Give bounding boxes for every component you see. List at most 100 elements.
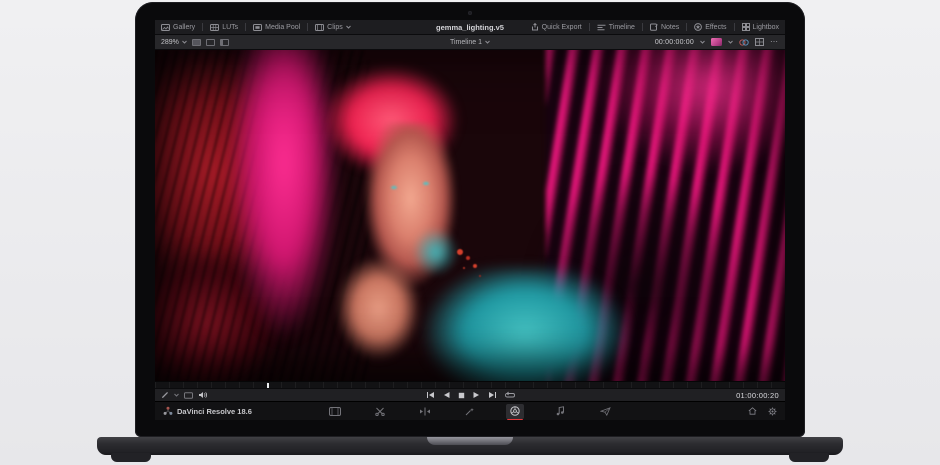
effects-label: Effects xyxy=(705,24,726,31)
media-page-button[interactable] xyxy=(326,404,344,419)
fusion-page-icon xyxy=(465,407,475,416)
photo-pink-hair xyxy=(306,57,476,189)
viewer-toolbar: 289% Timeline 1 00:00:00:00 xyxy=(155,35,785,50)
play-forward-button[interactable] xyxy=(473,391,480,399)
status-bar: DaVinci Resolve 18.6 xyxy=(155,401,785,420)
chevron-down-icon xyxy=(700,40,705,44)
timeline-icon xyxy=(597,24,606,31)
clips-icon xyxy=(315,24,324,31)
color-page-icon xyxy=(510,406,520,416)
photo-fur-streaks-left xyxy=(155,50,369,381)
toolbar-divider xyxy=(202,23,203,31)
media-pool-icon xyxy=(253,24,262,31)
top-toolbar-right-group: Quick Export Timeline Notes xyxy=(531,23,779,31)
notes-button[interactable]: Notes xyxy=(650,23,679,31)
davinci-resolve-window: Gallery LUTs Media Pool xyxy=(155,20,785,420)
luts-label: LUTs xyxy=(222,24,238,31)
page-switcher xyxy=(155,404,785,419)
top-toolbar: Gallery LUTs Media Pool xyxy=(155,20,785,35)
color-wheels-icon[interactable] xyxy=(739,38,749,47)
transport-controls xyxy=(155,391,785,399)
photo-left-eye xyxy=(391,186,397,189)
laptop-screen-bezel: Gallery LUTs Media Pool xyxy=(135,2,805,437)
loop-playback-button[interactable] xyxy=(505,391,515,399)
effects-icon xyxy=(694,23,702,31)
media-pool-button[interactable]: Media Pool xyxy=(253,24,300,31)
photo-face xyxy=(357,123,464,322)
laptop-base xyxy=(97,437,843,455)
quick-export-icon xyxy=(531,23,539,31)
source-timecode: 00:00:00:00 xyxy=(655,39,694,46)
laptop-foot-left xyxy=(111,453,151,462)
photo-teal-sweater xyxy=(420,268,653,381)
color-page-button[interactable] xyxy=(506,404,524,419)
cut-page-button[interactable] xyxy=(371,404,389,419)
timeline-button[interactable]: Timeline xyxy=(597,24,635,31)
photo-dark-shadow-right xyxy=(520,149,734,381)
lightbox-icon xyxy=(742,23,750,31)
edit-page-button[interactable] xyxy=(416,404,434,419)
viewer-mode-toggle-icon[interactable] xyxy=(192,39,201,46)
luts-icon xyxy=(210,24,219,31)
play-reverse-button[interactable] xyxy=(443,391,450,399)
photo-dark-red-fur-bottom-left xyxy=(155,232,319,381)
deliver-page-button[interactable] xyxy=(596,404,614,419)
photo-pink-black-fur-right xyxy=(546,50,785,381)
notes-label: Notes xyxy=(661,24,679,31)
viewer-wipe-toggle-icon[interactable] xyxy=(220,39,229,46)
split-screen-icon[interactable] xyxy=(755,38,764,46)
chevron-down-icon xyxy=(728,40,733,44)
notes-icon xyxy=(650,23,658,31)
quick-export-button[interactable]: Quick Export xyxy=(531,23,582,31)
toolbar-divider xyxy=(589,23,590,31)
gallery-icon xyxy=(161,24,170,31)
photo-pink-fur-top-right xyxy=(571,50,785,222)
photo-red-chain-jewelry xyxy=(457,249,463,255)
viewer-zoom-dropdown[interactable]: 289% xyxy=(161,39,187,46)
transport-bar: 01:00:00:20 xyxy=(155,388,785,401)
photo-vignette xyxy=(155,50,785,381)
effects-button[interactable]: Effects xyxy=(694,23,726,31)
gallery-label: Gallery xyxy=(173,24,195,31)
toolbar-divider xyxy=(686,23,687,31)
viewer-toolbar-left-group: 289% xyxy=(161,39,229,46)
fairlight-page-button[interactable] xyxy=(551,404,569,419)
viewer-scrub-bar[interactable] xyxy=(155,381,785,388)
viewer-zoom-value: 289% xyxy=(161,39,179,46)
lightbox-label: Lightbox xyxy=(753,24,779,31)
page-background: Gallery LUTs Media Pool xyxy=(0,0,940,465)
webcam-dot xyxy=(468,11,472,15)
photo-magenta-fur-band xyxy=(224,50,344,381)
quick-export-label: Quick Export xyxy=(542,24,582,31)
timeline-label: Timeline xyxy=(609,24,635,31)
viewer-image xyxy=(155,50,785,381)
chevron-down-icon xyxy=(346,25,351,29)
toolbar-divider xyxy=(734,23,735,31)
clips-label: Clips xyxy=(327,24,343,31)
chevron-down-icon xyxy=(182,40,187,44)
deliver-page-icon xyxy=(600,407,611,416)
laptop-foot-right xyxy=(789,453,829,462)
fusion-page-button[interactable] xyxy=(461,404,479,419)
lightbox-button[interactable]: Lightbox xyxy=(742,23,779,31)
chevron-down-icon xyxy=(485,40,490,44)
photo-right-eye xyxy=(423,182,429,185)
viewer-bypass-toggle-icon[interactable] xyxy=(206,39,215,46)
lid-open-notch xyxy=(427,437,513,445)
still-thumbnail-icon[interactable] xyxy=(711,38,722,46)
stop-button[interactable] xyxy=(458,392,465,399)
overflow-menu-icon[interactable]: ⋯ xyxy=(770,39,779,45)
luts-button[interactable]: LUTs xyxy=(210,24,238,31)
fairlight-page-icon xyxy=(556,406,565,416)
top-toolbar-left-group: Gallery LUTs Media Pool xyxy=(161,23,351,31)
previous-clip-button[interactable] xyxy=(426,391,435,399)
timeline-selector-label: Timeline 1 xyxy=(450,39,482,46)
photo-hand xyxy=(331,255,426,374)
gallery-button[interactable]: Gallery xyxy=(161,24,195,31)
toolbar-divider xyxy=(642,23,643,31)
photo-teal-accent xyxy=(407,222,464,282)
toolbar-divider xyxy=(245,23,246,31)
next-clip-button[interactable] xyxy=(488,391,497,399)
media-pool-label: Media Pool xyxy=(265,24,300,31)
clips-button[interactable]: Clips xyxy=(315,24,351,31)
